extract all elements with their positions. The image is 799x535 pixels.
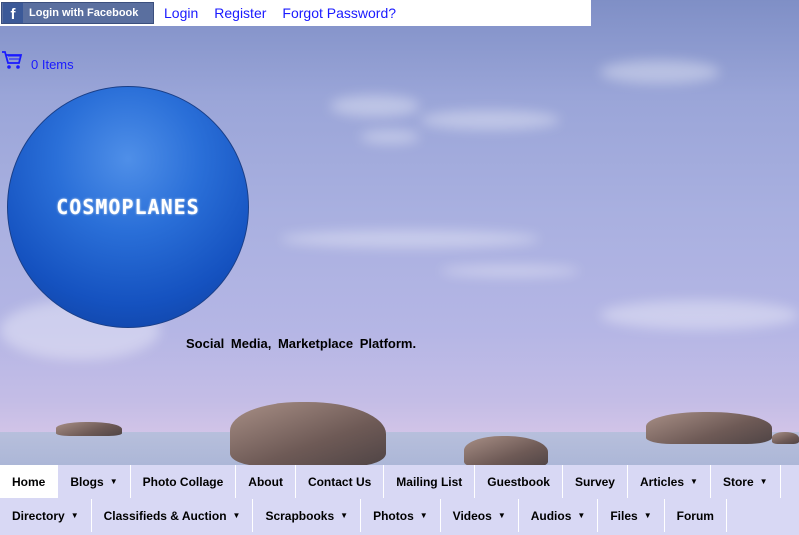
nav-item-videos[interactable]: Videos ▼ xyxy=(441,499,519,532)
register-link[interactable]: Register xyxy=(214,5,266,21)
nav-item-label: Articles xyxy=(639,474,685,489)
chevron-down-icon: ▼ xyxy=(419,511,428,520)
nav-item-label: Store xyxy=(722,474,754,489)
nav-item-label: Scrapbooks xyxy=(265,508,335,523)
cart-count: 0 Items xyxy=(31,57,74,72)
nav-item-survey[interactable]: Survey xyxy=(563,465,628,498)
nav-item-label: Survey xyxy=(574,474,615,489)
nav-item-store[interactable]: Store ▼ xyxy=(711,465,781,498)
nav-row-1: Home Blogs ▼ Photo Collage About Contact Us Ma… xyxy=(0,465,781,499)
nav-item-label: Photos xyxy=(373,508,414,523)
rock xyxy=(56,422,122,436)
chevron-down-icon: ▼ xyxy=(340,511,349,520)
nav-item-label: Blogs xyxy=(70,474,104,489)
cart-link[interactable]: 0 Items xyxy=(1,50,74,72)
nav-item-files[interactable]: Files ▼ xyxy=(598,499,665,532)
nav-item-label: Guestbook xyxy=(487,474,550,489)
nav-item-label: Photo Collage xyxy=(142,474,224,489)
chevron-down-icon: ▼ xyxy=(70,511,79,520)
nav-row-2: Directory ▼ Classifieds & Auction ▼ Scrapboo… xyxy=(0,499,727,533)
site-logo[interactable]: COSMOPLANES xyxy=(7,86,249,328)
nav-item-label: Directory xyxy=(12,508,65,523)
nav-item-label: About xyxy=(248,474,283,489)
logo-text: COSMOPLANES xyxy=(56,195,200,219)
rock xyxy=(230,402,386,466)
nav-item-home[interactable]: Home xyxy=(0,465,59,498)
chevron-down-icon: ▼ xyxy=(497,511,506,520)
nav-item-contact-us[interactable]: Contact Us xyxy=(296,465,385,498)
nav-item-classifieds-auction[interactable]: Classifieds & Auction ▼ xyxy=(92,499,254,532)
facebook-icon: f xyxy=(3,3,23,23)
top-bar: f Login with Facebook Login Register For… xyxy=(0,0,591,26)
nav-item-photo-collage[interactable]: Photo Collage xyxy=(131,465,237,498)
nav-item-photos[interactable]: Photos ▼ xyxy=(361,499,441,532)
nav-item-audios[interactable]: Audios ▼ xyxy=(519,499,599,532)
facebook-login-label: Login with Facebook xyxy=(29,7,139,19)
chevron-down-icon: ▼ xyxy=(643,511,652,520)
nav-item-label: Contact Us xyxy=(307,474,372,489)
nav-item-label: Forum xyxy=(676,508,714,523)
nav-item-about[interactable]: About xyxy=(236,465,296,498)
nav-item-directory[interactable]: Directory ▼ xyxy=(0,499,92,532)
nav-item-blogs[interactable]: Blogs ▼ xyxy=(58,465,131,498)
chevron-down-icon: ▼ xyxy=(232,511,241,520)
forgot-password-link[interactable]: Forgot Password? xyxy=(282,5,396,21)
nav-item-label: Mailing List xyxy=(396,474,463,489)
nav-item-articles[interactable]: Articles ▼ xyxy=(628,465,711,498)
nav-item-scrapbooks[interactable]: Scrapbooks ▼ xyxy=(253,499,362,532)
rock xyxy=(772,432,799,444)
main-navigation: Home Blogs ▼ Photo Collage About Contact Us Ma… xyxy=(0,465,799,535)
rock xyxy=(646,412,772,444)
nav-item-label: Home xyxy=(12,474,46,489)
facebook-login-button[interactable]: f Login with Facebook xyxy=(1,2,154,24)
nav-item-mailing-list[interactable]: Mailing List xyxy=(384,465,476,498)
nav-item-label: Classifieds & Auction xyxy=(103,508,227,523)
nav-item-forum[interactable]: Forum xyxy=(665,499,727,532)
chevron-down-icon: ▼ xyxy=(577,511,586,520)
chevron-down-icon: ▼ xyxy=(109,477,118,486)
nav-item-label: Audios xyxy=(530,508,572,523)
site-tagline: Social Media, Marketplace Platform. xyxy=(186,336,417,351)
login-link[interactable]: Login xyxy=(164,5,198,21)
nav-item-label: Files xyxy=(610,508,638,523)
chevron-down-icon: ▼ xyxy=(690,477,698,486)
cart-icon xyxy=(1,50,23,70)
chevron-down-icon: ▼ xyxy=(759,477,768,486)
nav-item-guestbook[interactable]: Guestbook xyxy=(475,465,563,498)
rock xyxy=(464,436,548,468)
nav-item-label: Videos xyxy=(452,508,492,523)
